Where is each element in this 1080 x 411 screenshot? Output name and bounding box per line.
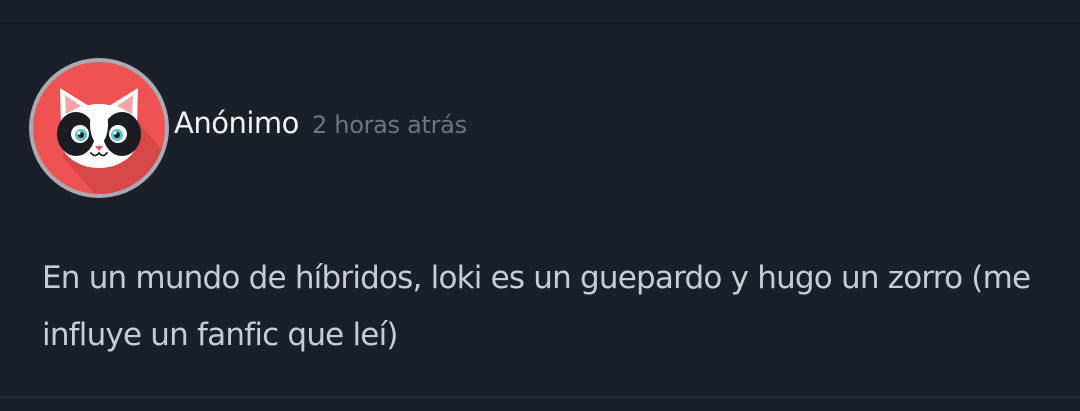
- cat-face-icon: [33, 62, 165, 194]
- timestamp: 2 horas atrás: [311, 111, 467, 139]
- author-name[interactable]: Anónimo: [174, 106, 299, 140]
- comment-meta: Anónimo 2 horas atrás: [174, 106, 467, 140]
- bottom-divider: [0, 396, 1080, 398]
- comment-item: Anónimo 2 horas atrás En un mundo de híb…: [0, 24, 1080, 396]
- avatar[interactable]: [29, 58, 169, 198]
- comment-text: En un mundo de híbridos, loki es un guep…: [42, 260, 1031, 353]
